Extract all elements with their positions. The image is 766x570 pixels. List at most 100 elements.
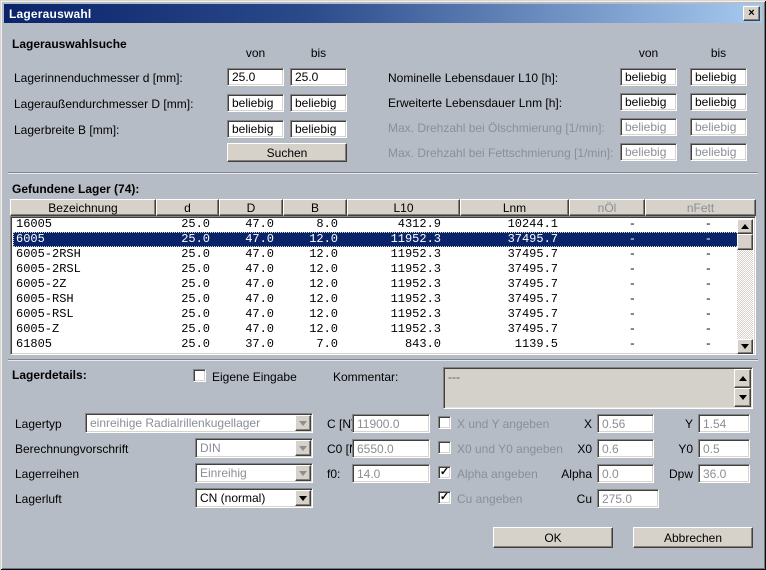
eigene-eingabe-checkbox[interactable] (193, 369, 206, 382)
lagerluft-label: Lagerluft (15, 492, 62, 506)
input-nominal-life-bis[interactable]: beliebig (690, 68, 747, 86)
column-header-nOel[interactable]: nÖl (569, 199, 645, 216)
title-bar[interactable]: Lagerauswahl (4, 4, 762, 23)
scroll-down-button[interactable] (737, 339, 753, 354)
input-bearing-width-bis[interactable]: beliebig (290, 120, 347, 138)
lagerluft-value: CN (normal) (200, 491, 265, 505)
results-table: 1600525.047.08.04312.910244.1-- 600525.0… (10, 216, 756, 355)
y0-field: 0.5 (698, 439, 750, 458)
input-max-speed-grease-von: beliebig (620, 143, 677, 161)
separator-results-details (8, 359, 758, 360)
table-row-61805[interactable]: 6180525.037.07.0843.01139.5-- (13, 337, 739, 352)
search-button[interactable]: Suchen (227, 143, 347, 162)
y0-label: Y0 (640, 442, 693, 456)
kommentar-scrollbar[interactable] (734, 369, 751, 407)
table-scrollbar[interactable] (737, 219, 753, 354)
column-header-bezeichnung[interactable]: Bezeichnung (10, 199, 156, 216)
arrow-down-icon (739, 395, 747, 400)
label-inner-diameter: Lagerinnenduchmesser d [mm]: (14, 71, 183, 85)
table-row-6005-selected[interactable]: 600525.047.012.011952.337495.7-- (13, 232, 739, 247)
x0-und-y0-checkbox[interactable] (438, 441, 451, 454)
input-outer-diameter-von[interactable]: beliebig (227, 94, 284, 112)
lagerreihen-label: Lagerreihen (15, 467, 79, 481)
chevron-down-icon (299, 446, 307, 451)
search-section-heading: Lagerauswahlsuche (12, 37, 127, 51)
window-title: Lagerauswahl (9, 7, 91, 21)
cu-field: 275.0 (597, 489, 659, 508)
label-outer-diameter: Lageraußendurchmesser D [mm]: (14, 97, 193, 111)
kommentar-value: --- (448, 370, 460, 384)
column-header-B[interactable]: B (283, 199, 347, 216)
table-row-6005-RSH[interactable]: 6005-RSH25.047.012.011952.337495.7-- (13, 292, 739, 307)
lagertyp-combobox: einreihige Radialrillenkugellager (85, 413, 313, 433)
lagerluft-dropdown-button[interactable] (295, 490, 311, 506)
table-row-16005[interactable]: 1600525.047.08.04312.910244.1-- (13, 217, 739, 232)
dpw-label: Dpw (640, 467, 693, 481)
c-field: 11900.0 (352, 414, 430, 433)
table-row-6005-2Z[interactable]: 6005-2Z25.047.012.011952.337495.7-- (13, 277, 739, 292)
alpha-checkbox[interactable]: ✓ (438, 466, 451, 479)
kommentar-scroll-up-button[interactable] (734, 369, 751, 388)
scroll-up-button[interactable] (737, 219, 753, 234)
column-header-L10[interactable]: L10 (347, 199, 460, 216)
input-max-speed-oil-von: beliebig (620, 118, 677, 136)
c0-field: 6550.0 (352, 439, 430, 458)
lagerluft-combobox[interactable]: CN (normal) (195, 488, 313, 508)
column-header-D[interactable]: D (219, 199, 283, 216)
table-row-6005-2RSH[interactable]: 6005-2RSH25.047.012.011952.337495.7-- (13, 247, 739, 262)
berechnungvorschrift-value: DIN (200, 441, 221, 455)
table-header: Bezeichnung d D B L10 Lnm nÖl nFett (10, 199, 756, 216)
close-icon: × (748, 8, 754, 19)
close-button[interactable]: × (743, 6, 760, 21)
label-bearing-width: Lagerbreite B [mm]: (14, 123, 119, 137)
column-header-d[interactable]: d (156, 199, 219, 216)
label-max-speed-oil: Max. Drehzahl bei Ölschmierung [1/min]: (388, 121, 605, 135)
input-bearing-width-von[interactable]: beliebig (227, 120, 284, 138)
arrow-down-icon (741, 344, 749, 349)
chevron-down-icon (299, 471, 307, 476)
label-extended-life: Erweiterte Lebensdauer Lnm [h]: (388, 96, 562, 110)
input-inner-diameter-bis[interactable]: 25.0 (290, 68, 347, 86)
table-row-6005-Z[interactable]: 6005-Z25.047.012.011952.337495.7-- (13, 322, 739, 337)
input-nominal-life-von[interactable]: beliebig (620, 68, 677, 86)
lagerreihen-combobox: Einreihig (195, 463, 313, 483)
lagerreihen-value: Einreihig (200, 466, 247, 480)
label-max-speed-grease: Max. Drehzahl bei Fettschmierung [1/min]… (388, 146, 613, 160)
arrow-up-icon (741, 224, 749, 229)
berechnungvorschrift-dropdown-button (295, 440, 311, 456)
arrow-up-icon (739, 376, 747, 381)
column-header-von-right: von (620, 46, 677, 60)
input-extended-life-bis[interactable]: beliebig (690, 93, 747, 111)
cu-label: Cu (500, 492, 592, 506)
lagertyp-dropdown-button (295, 415, 311, 431)
kommentar-scroll-down-button[interactable] (734, 388, 751, 407)
scrollbar-thumb[interactable] (737, 234, 753, 250)
chevron-down-icon (299, 496, 307, 501)
x-und-y-checkbox[interactable] (438, 416, 451, 429)
details-heading: Lagerdetails: (12, 368, 87, 382)
x0-label: X0 (500, 442, 592, 456)
check-icon: ✓ (440, 467, 449, 478)
table-row-6005-RSL[interactable]: 6005-RSL25.047.012.011952.337495.7-- (13, 307, 739, 322)
kommentar-label: Kommentar: (333, 370, 398, 384)
dialog-lagerauswahl: Lagerauswahl × Lagerauswahlsuche von bis… (0, 0, 766, 570)
column-header-Lnm[interactable]: Lnm (460, 199, 569, 216)
cancel-button[interactable]: Abbrechen (633, 527, 753, 548)
berechnungvorschrift-combobox: DIN (195, 438, 313, 458)
berechnungvorschrift-label: Berechnungvorschrift (15, 442, 128, 456)
input-extended-life-von[interactable]: beliebig (620, 93, 677, 111)
label-nominal-life: Nominelle Lebensdauer L10 [h]: (388, 71, 558, 85)
lagertyp-value: einreihige Radialrillenkugellager (90, 416, 260, 430)
results-heading: Gefundene Lager (74): (12, 182, 139, 196)
eigene-eingabe-label: Eigene Eingabe (212, 370, 297, 384)
column-header-nFett[interactable]: nFett (645, 199, 756, 216)
alpha-label: Alpha (500, 467, 592, 481)
ok-button[interactable]: OK (493, 527, 613, 548)
input-inner-diameter-von[interactable]: 25.0 (227, 68, 284, 86)
y-label: Y (640, 417, 693, 431)
cu-checkbox[interactable]: ✓ (438, 491, 451, 504)
column-header-bis-right: bis (690, 46, 747, 60)
input-outer-diameter-bis[interactable]: beliebig (290, 94, 347, 112)
table-row-6005-2RSL[interactable]: 6005-2RSL25.047.012.011952.337495.7-- (13, 262, 739, 277)
kommentar-textarea[interactable]: --- (443, 367, 753, 409)
